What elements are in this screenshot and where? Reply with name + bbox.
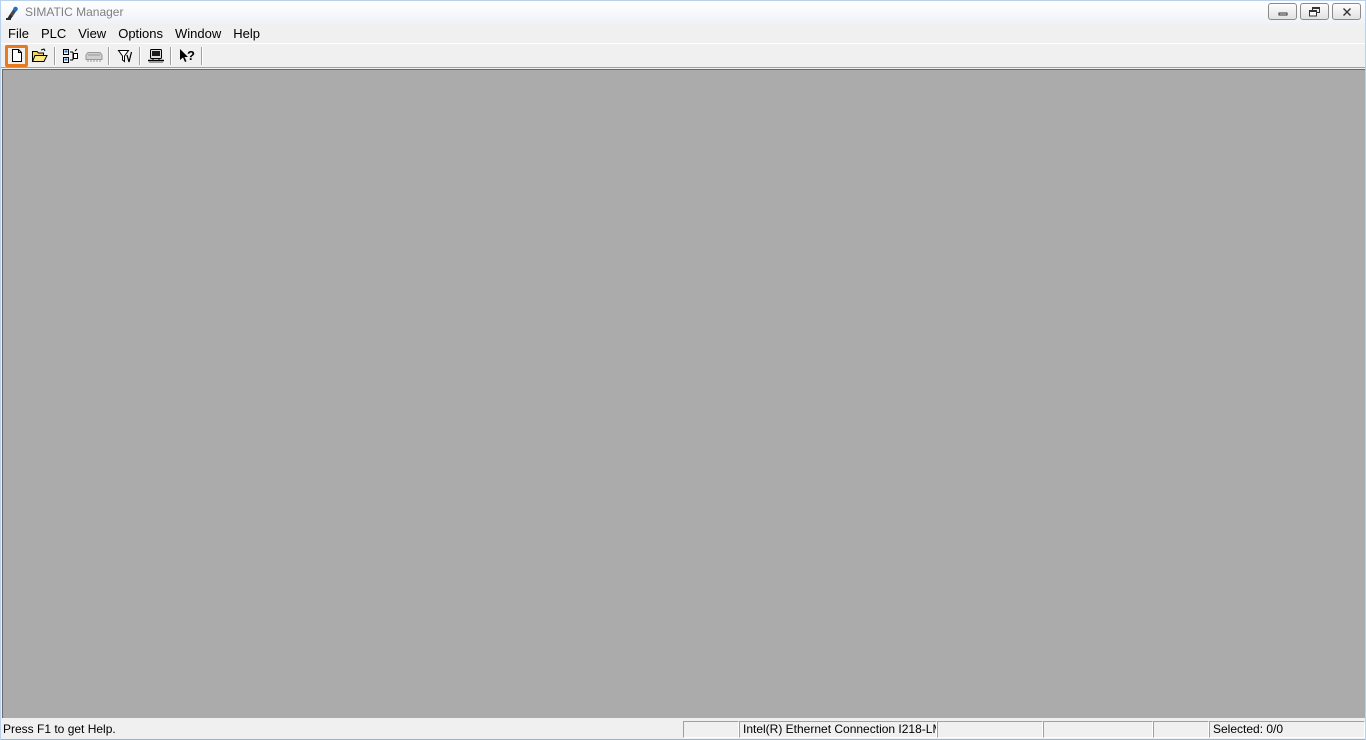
simatic-manager-window: SIMATIC Manager File PLC View Options Wi… bbox=[0, 0, 1366, 740]
menu-file[interactable]: File bbox=[1, 24, 35, 43]
netpro-icon bbox=[147, 48, 164, 63]
window-title: SIMATIC Manager bbox=[25, 5, 124, 19]
memory-card-icon bbox=[85, 51, 102, 62]
minimize-icon bbox=[1278, 12, 1287, 15]
context-help-icon: ? bbox=[179, 48, 195, 63]
accessible-nodes-icon bbox=[63, 48, 78, 63]
title-bar[interactable]: SIMATIC Manager bbox=[1, 1, 1365, 24]
toolbar-separator bbox=[108, 46, 110, 65]
status-bar: Press F1 to get Help. Intel(R) Ethernet … bbox=[1, 720, 1365, 739]
window-controls bbox=[1268, 3, 1361, 20]
minimize-button[interactable] bbox=[1268, 3, 1297, 20]
accessible-nodes-button[interactable] bbox=[59, 45, 82, 67]
toolbar: ? bbox=[1, 43, 1365, 68]
status-pane-empty-4 bbox=[1153, 721, 1209, 738]
menu-bar: File PLC View Options Window Help bbox=[1, 24, 1365, 43]
open-project-button[interactable] bbox=[28, 45, 51, 67]
menu-plc[interactable]: PLC bbox=[35, 24, 72, 43]
restore-button[interactable] bbox=[1300, 3, 1329, 20]
close-icon bbox=[1342, 7, 1351, 16]
restore-icon bbox=[1308, 6, 1320, 16]
svg-text:?: ? bbox=[187, 48, 195, 63]
context-help-button[interactable]: ? bbox=[175, 45, 198, 67]
status-pane-empty-1 bbox=[683, 721, 739, 738]
new-document-icon bbox=[11, 49, 22, 62]
memory-card-button[interactable] bbox=[82, 45, 105, 67]
status-message: Press F1 to get Help. bbox=[3, 722, 116, 736]
toolbar-separator bbox=[201, 46, 203, 65]
open-folder-icon bbox=[31, 48, 48, 62]
toolbar-separator bbox=[139, 46, 141, 65]
toolbar-separator bbox=[170, 46, 172, 65]
new-project-button[interactable] bbox=[5, 44, 28, 67]
menu-view[interactable]: View bbox=[72, 24, 112, 43]
mdi-client-area[interactable] bbox=[2, 69, 1365, 718]
menu-options[interactable]: Options bbox=[112, 24, 169, 43]
menu-window[interactable]: Window bbox=[169, 24, 227, 43]
netpro-button[interactable] bbox=[144, 45, 167, 67]
close-button[interactable] bbox=[1332, 3, 1361, 20]
simatic-app-icon[interactable] bbox=[4, 5, 20, 21]
simatic-filter-icon bbox=[117, 49, 132, 62]
simatic-filter-button[interactable] bbox=[113, 45, 136, 67]
status-pane-empty-3 bbox=[1043, 721, 1153, 738]
menu-help[interactable]: Help bbox=[227, 24, 266, 43]
status-pane-interface: Intel(R) Ethernet Connection I218-LM bbox=[739, 721, 937, 738]
status-pane-empty-2 bbox=[937, 721, 1043, 738]
status-pane-selected: Selected: 0/0 bbox=[1209, 721, 1365, 738]
toolbar-separator bbox=[54, 46, 56, 65]
